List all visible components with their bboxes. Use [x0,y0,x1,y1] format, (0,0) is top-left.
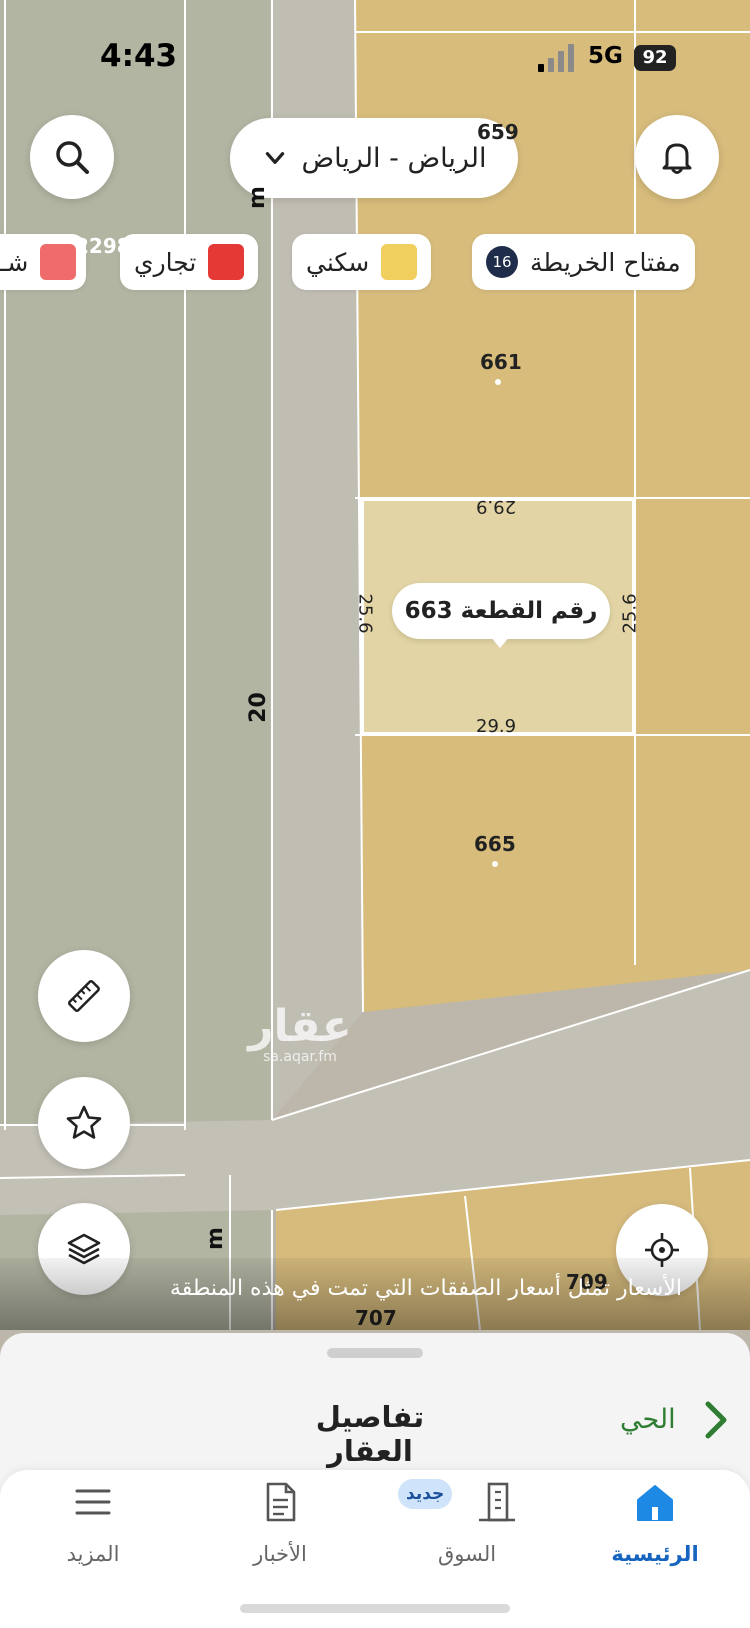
battery-indicator: 92 [634,45,676,71]
favorites-button[interactable] [38,1077,130,1169]
filter-chip-residential[interactable]: سكني [292,234,432,290]
plot-dot [495,379,501,385]
map-key-button[interactable]: مفتاح الخريطة 16 [472,234,695,290]
signal-icon [538,44,574,72]
status-time: 4:43 [100,38,178,74]
tab-label: السوق [437,1542,497,1566]
filter-chip-other[interactable]: شـ [0,234,87,290]
plot-number: 665 [474,832,516,856]
street-width-label: 20 [245,692,271,723]
watermark-logo-text: عقار [248,1001,352,1052]
map-key-count-badge: 16 [486,246,518,278]
search-icon [56,141,89,174]
plot-number: 661 [480,350,522,374]
city-selector-label: الرياض - الرياض [301,142,487,174]
plot-dimension-bottom: 29.9 [476,716,517,737]
selected-plot-label-text: رقم القطعة 663 [404,598,598,624]
measure-button[interactable] [38,950,130,1042]
bell-icon [662,143,692,174]
tab-news[interactable]: الأخبار [205,1480,355,1566]
plot-dimension-top: 29.9 [476,496,517,517]
plot-dimension-left: 25.6 [354,593,376,634]
plot-dimension-right: 25.6 [619,593,641,634]
price-notice: الأسعار تمثل أسعار الصفقات التي تمت في ه… [169,1276,682,1301]
status-bar: 4:43 5G 92 [0,0,750,100]
sheet-title: تفاصيل العقار [315,1400,425,1468]
city-selector[interactable]: الرياض - الرياض [230,118,518,198]
menu-icon [75,1489,111,1515]
street-unit-label: m [244,186,270,209]
chevron-down-icon [265,152,284,164]
filter-chip-commercial[interactable]: تجاري [120,234,259,290]
tab-home[interactable]: الرئيسية [580,1480,730,1566]
plot-number: 659 [477,120,519,144]
commercial-swatch [208,244,245,280]
search-button[interactable] [30,115,114,199]
map-key-title: مفتاح الخريطة [530,247,681,277]
buildings-icon [479,1482,515,1522]
filter-chip-label: شـ [0,247,29,277]
ruler-icon [68,980,100,1012]
plot-number: 2298 [75,234,131,258]
home-indicator [240,1604,510,1613]
other-swatch [40,244,77,280]
tab-more[interactable]: المزيد [18,1480,168,1566]
star-icon [66,1105,102,1139]
tab-label: الرئيسية [611,1542,699,1566]
home-icon [637,1485,673,1521]
street-unit-label: m [202,1227,228,1250]
new-badge: جديد [398,1479,453,1509]
news-icon [266,1482,296,1522]
residential-swatch [381,244,418,280]
district-link[interactable]: الحي [620,1404,676,1435]
sheet-drag-handle[interactable] [327,1348,423,1358]
network-type: 5G [588,43,623,69]
tab-label: الأخبار [253,1542,307,1566]
selected-plot-label[interactable]: رقم القطعة 663 [392,583,610,639]
aqar-watermark: عقار sa.aqar.fm [240,1001,360,1066]
plot-dot [492,861,498,867]
chevron-right-icon[interactable] [700,1398,730,1442]
notifications-button[interactable] [635,115,719,199]
filter-chip-label: تجاري [134,247,197,277]
tab-label: المزيد [66,1542,120,1566]
filter-chip-label: سكني [306,247,370,277]
selected-plot-pointer [490,636,510,648]
